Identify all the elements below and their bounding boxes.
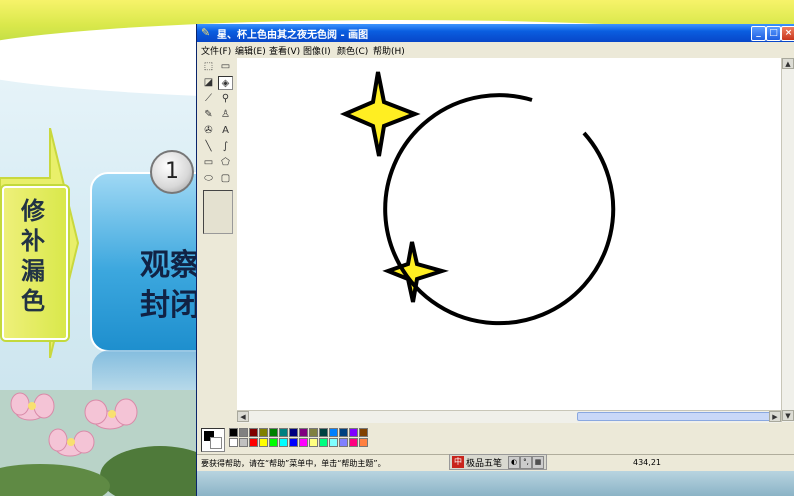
palette-swatch[interactable]	[289, 428, 298, 437]
menu-edit[interactable]: 编辑(E)	[235, 44, 266, 57]
palette-swatch[interactable]	[229, 428, 238, 437]
step-content-text: 观察 封闭	[140, 246, 200, 326]
cursor-coordinates: 434,21	[633, 458, 661, 467]
window-title: 星、杯上色由其之夜无色阅 - 画图	[217, 30, 369, 41]
palette-swatch[interactable]	[289, 438, 298, 447]
drawing-svg	[339, 71, 616, 326]
palette-swatch[interactable]	[339, 438, 348, 447]
brush-tool-icon[interactable]: ♙	[218, 108, 233, 122]
ime-toolbar[interactable]: 中 极品五笔 ◐ °, ▦	[449, 454, 547, 470]
side-label-char-4: 色	[21, 287, 45, 315]
rectangle-tool-icon[interactable]: ▭	[201, 156, 216, 170]
drawing-canvas[interactable]	[237, 58, 781, 410]
palette-swatch[interactable]	[309, 428, 318, 437]
side-label-char-3: 漏	[21, 257, 45, 285]
ime-name: 极品五笔	[466, 459, 503, 469]
palette-swatch[interactable]	[299, 438, 308, 447]
scroll-right-button[interactable]: ▶	[769, 411, 781, 422]
palette-swatch[interactable]	[319, 438, 328, 447]
step-text-line1: 观察	[140, 248, 200, 283]
curve-tool-icon[interactable]: ∫	[218, 140, 233, 154]
palette-swatch[interactable]	[329, 428, 338, 437]
ime-fullwidth-icon[interactable]: ◐	[508, 456, 520, 469]
side-label-char-2: 补	[21, 227, 45, 255]
palette-swatch[interactable]	[239, 428, 248, 437]
palette-swatch[interactable]	[229, 438, 238, 447]
ime-punctuation-icon[interactable]: °,	[520, 456, 532, 469]
background-color	[210, 437, 222, 449]
palette-swatch[interactable]	[319, 428, 328, 437]
palette-swatch[interactable]	[249, 438, 258, 447]
palette-swatch[interactable]	[269, 438, 278, 447]
polygon-tool-icon[interactable]: ⬠	[218, 156, 233, 170]
slide-below-window	[197, 471, 794, 496]
paint-window: ✎ 星、杯上色由其之夜无色阅 - 画图 _ □ × 文件(F) 编辑(E) 查看…	[196, 24, 794, 496]
menu-image[interactable]: 图像(I)	[303, 44, 331, 57]
rect-select-tool-icon[interactable]: ▭	[218, 60, 233, 74]
title-bar[interactable]: ✎ 星、杯上色由其之夜无色阅 - 画图 _ □ ×	[197, 24, 794, 42]
scroll-down-button[interactable]: ▼	[782, 410, 794, 421]
palette-swatch[interactable]	[359, 438, 368, 447]
rounded-rect-tool-icon[interactable]: ▢	[218, 172, 233, 186]
color-picker-tool-icon[interactable]: ⟋	[201, 92, 216, 106]
text-tool-icon[interactable]: A	[218, 124, 233, 138]
canvas-area	[237, 58, 783, 410]
open-circle-outline	[383, 93, 616, 326]
horizontal-scrollbar[interactable]: ◀ ▶	[237, 410, 781, 423]
palette-swatch[interactable]	[299, 428, 308, 437]
ime-keyboard-icon[interactable]: ▦	[532, 456, 544, 469]
menu-colors[interactable]: 颜色(C)	[337, 44, 368, 57]
scroll-up-button[interactable]: ▲	[782, 58, 794, 69]
status-help-text: 要获得帮助，请在“帮助”菜单中，单击“帮助主题”。	[201, 459, 386, 468]
maximize-button[interactable]: □	[766, 26, 781, 41]
pencil-tool-icon[interactable]: ✎	[201, 108, 216, 122]
current-colors-box	[201, 428, 225, 452]
side-label: 修 补 漏 色	[8, 196, 58, 316]
eraser-tool-icon[interactable]: ◪	[201, 76, 216, 90]
palette-swatch[interactable]	[249, 428, 258, 437]
palette-swatch[interactable]	[269, 428, 278, 437]
free-select-tool-icon[interactable]: ⬚	[201, 60, 216, 74]
tool-options-box[interactable]	[203, 190, 233, 234]
menu-view[interactable]: 查看(V)	[269, 44, 300, 57]
fill-tool-icon[interactable]: ◈	[218, 76, 233, 90]
menu-help[interactable]: 帮助(H)	[373, 44, 405, 57]
ime-logo-icon: 中	[452, 456, 464, 468]
menu-bar: 文件(F) 编辑(E) 查看(V) 图像(I) 颜色(C) 帮助(H)	[197, 42, 794, 57]
palette-swatch[interactable]	[259, 428, 268, 437]
palette-swatch[interactable]	[279, 428, 288, 437]
palette-swatch[interactable]	[339, 428, 348, 437]
palette-swatch[interactable]	[309, 438, 318, 447]
step-text-line2: 封闭	[140, 288, 200, 323]
horizontal-scroll-thumb[interactable]	[577, 412, 775, 421]
palette-swatch[interactable]	[329, 438, 338, 447]
airbrush-tool-icon[interactable]: ✇	[201, 124, 216, 138]
side-label-char-1: 修	[21, 197, 45, 225]
close-button[interactable]: ×	[781, 26, 794, 41]
line-tool-icon[interactable]: ╲	[201, 140, 216, 154]
palette-swatch[interactable]	[259, 438, 268, 447]
magnifier-tool-icon[interactable]: ⚲	[218, 92, 233, 106]
ellipse-tool-icon[interactable]: ⬭	[201, 172, 216, 186]
palette-swatch[interactable]	[279, 438, 288, 447]
step-number-badge: 1	[150, 150, 194, 194]
small-star-shape	[382, 241, 449, 303]
minimize-button[interactable]: _	[751, 26, 766, 41]
lotus-flowers-image	[0, 390, 200, 496]
palette-swatch[interactable]	[349, 428, 358, 437]
palette-swatch[interactable]	[349, 438, 358, 447]
paint-app-icon: ✎	[201, 26, 211, 39]
scroll-left-button[interactable]: ◀	[237, 411, 249, 422]
palette-swatch[interactable]	[239, 438, 248, 447]
vertical-scrollbar[interactable]: ▲ ▼	[781, 58, 794, 422]
color-palette	[197, 424, 794, 452]
palette-swatch[interactable]	[359, 428, 368, 437]
menu-file[interactable]: 文件(F)	[201, 44, 231, 57]
